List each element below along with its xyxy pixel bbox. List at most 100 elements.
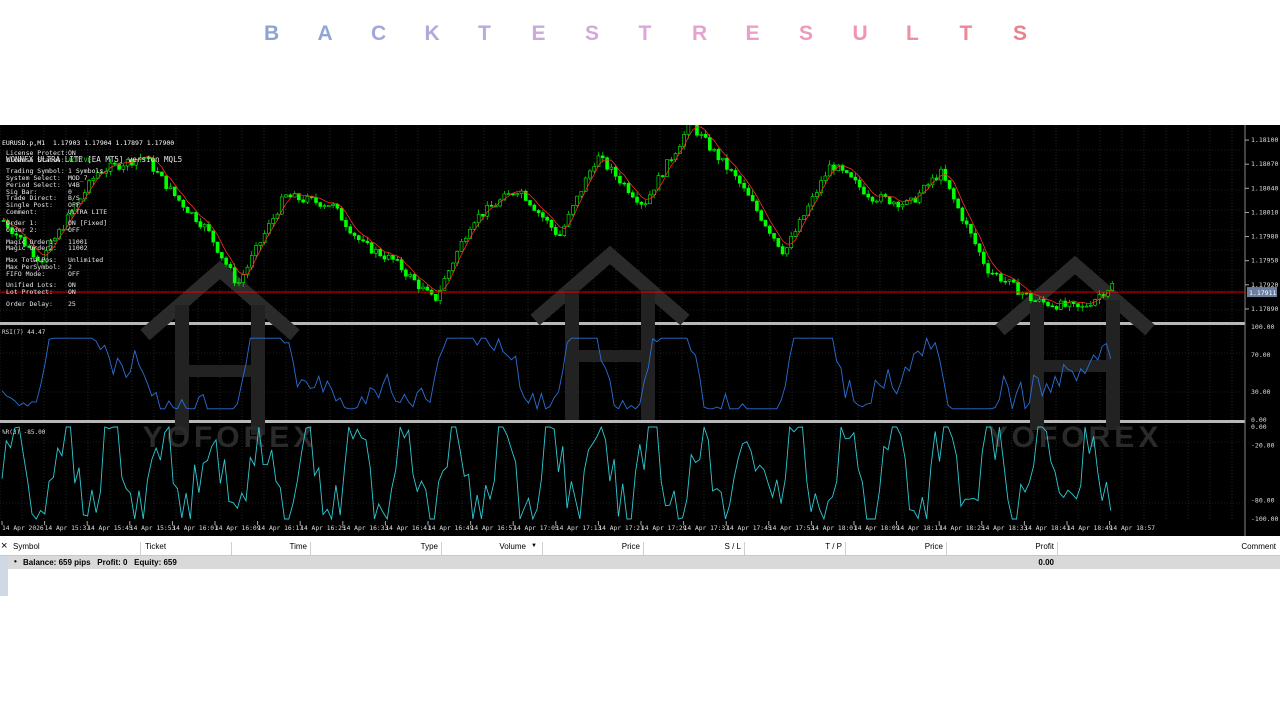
ea-row-label: Order Delay: [6,299,53,308]
candle-body [352,232,357,236]
candle-body [545,216,549,221]
price-tick-label: 1.17980 [1251,233,1278,241]
column-price-current[interactable]: Price [845,542,946,555]
candle-body [202,224,207,228]
candle-body [669,159,674,161]
candle-body [592,166,597,172]
candle-body [767,225,772,234]
candle-body [476,213,481,224]
candle-body [900,204,905,208]
candle-body [459,241,464,252]
banner-letter: E [745,22,760,45]
candle-body [566,213,571,227]
banner-letter: T [478,22,491,45]
ea-row-value: Unlimited [68,256,104,265]
balance-bullet-icon: • [14,557,17,566]
candle-body [703,134,708,138]
candle-body [716,149,721,161]
balance-row[interactable]: • Balance: 659 pips Profit: 0 Equity: 65… [0,556,1280,569]
candle-body [686,125,691,135]
candle-body [1059,300,1063,310]
candle-body [990,272,995,275]
candle-body [177,195,181,201]
time-tick-label: 14 Apr 16:09 [215,525,261,532]
column-sl[interactable]: S / L [643,542,744,555]
candle-body [421,286,425,290]
column-type[interactable]: Type [310,542,441,555]
banner-letter: K [424,22,440,45]
time-tick-label: 14 Apr 18:41 [1024,525,1070,532]
price-tick-label: 1.18070 [1251,160,1278,168]
time-tick-label: 14 Apr 16:33 [343,525,389,532]
chart-window[interactable]: YOFOREX YOFOREX 1.17911 1.18100 1.18070 1.180… [0,125,1280,536]
candle-body [896,201,900,208]
watermark-logo [565,350,655,362]
column-symbol[interactable]: Symbol [10,542,138,555]
candle-body [845,170,849,173]
candle-body [643,203,648,205]
column-profit[interactable]: Profit [946,542,1057,555]
candle-body [374,248,378,254]
wpr-tick-label: 0.00 [1251,423,1267,431]
time-tick-label: 14 Apr 2026 [2,525,44,532]
candle-body [601,155,605,159]
column-price-open[interactable]: Price [542,542,643,555]
candle-body [408,274,412,277]
banner-letter: T [638,22,652,45]
candle-body [425,286,430,291]
rsi-tick-label: 100.00 [1251,323,1275,331]
column-volume[interactable]: Volume ▼ [441,542,542,555]
candle-body [780,246,785,255]
price-tick-label: 1.17890 [1251,305,1278,313]
time-tick-label: 14 Apr 15:53 [130,525,176,532]
candle-body [571,205,575,215]
ea-group-license: License Protect:ON License Status: ACTIVE [6,150,107,163]
candle-body [378,248,383,257]
candle-body [1,220,6,222]
triangle-down-icon: ▼ [531,543,537,549]
candle-body [725,157,729,170]
close-icon[interactable]: × [1,540,7,552]
current-price-label: 1.17911 [1249,289,1276,297]
column-comment[interactable]: Comment [1057,542,1279,555]
rsi-line [1,336,1112,411]
ea-row-value: 25 [68,299,76,308]
column-time[interactable]: Time [231,542,310,555]
ea-row: License Status: ACTIVE [6,156,107,164]
chart-canvas[interactable]: YOFOREX YOFOREX 1.17911 1.18100 1.18070 1.180… [0,125,1280,536]
time-tick-label: 14 Apr 17:45 [726,525,772,532]
candle-body [660,175,665,177]
price-tick-label: 1.18040 [1251,184,1278,192]
candle-body [515,193,519,196]
price-tick-label: 1.17920 [1251,281,1278,289]
candle-body [939,168,943,181]
candle-body [1007,279,1012,282]
candle-body [892,201,896,205]
watermark-logo [1030,360,1120,372]
time-tick-label: 14 Apr 17:37 [684,525,730,532]
candle-body [742,183,746,189]
terminal-side-tab[interactable] [0,556,8,596]
column-ticket[interactable]: Ticket [140,542,231,555]
candle-body [382,255,387,260]
candle-body [369,242,374,254]
ea-row-value: ON [68,287,76,296]
candle-body [198,221,203,228]
candle-body [245,266,250,276]
candle-body [926,184,930,187]
candle-body [1011,279,1016,283]
candle-body [357,235,361,241]
candle-body [720,157,725,161]
candle-body [558,234,562,237]
ea-row-value: OFF [68,269,80,278]
candle-body [489,204,494,207]
candle-body [656,175,661,191]
candle-body [549,220,554,228]
candle-body [712,149,716,151]
candle-body [1084,305,1089,308]
candle-body [969,223,973,234]
column-tp[interactable]: T / P [744,542,845,555]
candle-body [583,177,588,192]
candle-body [999,273,1003,282]
time-tick-label: 14 Apr 17:53 [769,525,815,532]
